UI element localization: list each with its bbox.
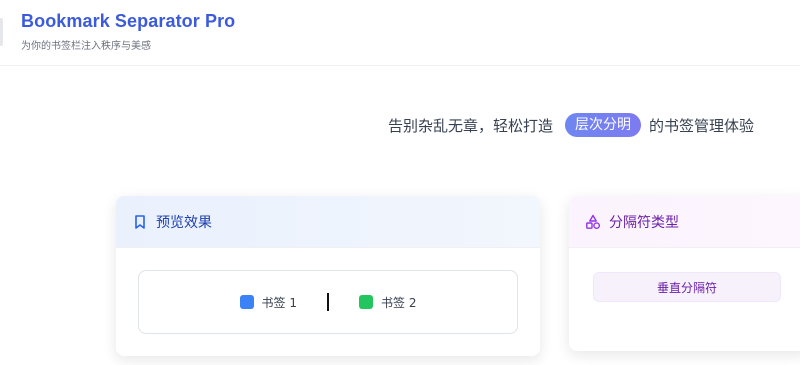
brand-edge-decoration (0, 18, 3, 46)
bookmark-1-label: 书签 1 (261, 295, 297, 310)
app-subtitle: 为你的书签栏注入秩序与美感 (21, 41, 151, 52)
app-header: Bookmark Separator Pro 为你的书签栏注入秩序与美感 (0, 0, 800, 66)
shapes-icon (585, 214, 601, 230)
vertical-separator (327, 293, 329, 311)
separator-type-vertical-option[interactable]: 垂直分隔符 (593, 272, 781, 302)
separator-types-card: 分隔符类型 垂直分隔符 (569, 196, 800, 351)
bookmark-2-label: 书签 2 (381, 295, 417, 310)
preview-bookmark-2[interactable]: 书签 2 (359, 294, 416, 311)
tagline: 告别杂乱无章，轻松打造 层次分明 的书签管理体验 (388, 112, 754, 138)
app-title: Bookmark Separator Pro (21, 11, 236, 31)
preview-card-title: 预览效果 (156, 214, 212, 231)
preview-bookmark-bar: 书签 1 书签 2 (138, 270, 518, 334)
bookmark-1-color-icon (239, 295, 254, 309)
preview-card-header: 预览效果 (116, 196, 540, 248)
separator-types-card-header: 分隔符类型 (569, 196, 800, 248)
tagline-before: 告别杂乱无章，轻松打造 (387, 116, 553, 135)
separator-types-card-title: 分隔符类型 (609, 214, 679, 231)
bookmark-icon (132, 214, 148, 230)
tagline-after: 的书签管理体验 (648, 116, 754, 135)
preview-bookmark-1[interactable]: 书签 1 (239, 294, 297, 311)
tagline-highlight-pill: 层次分明 (564, 113, 641, 137)
bookmark-2-color-icon (359, 295, 373, 309)
preview-card: 预览效果 书签 1 书签 2 (116, 196, 540, 356)
